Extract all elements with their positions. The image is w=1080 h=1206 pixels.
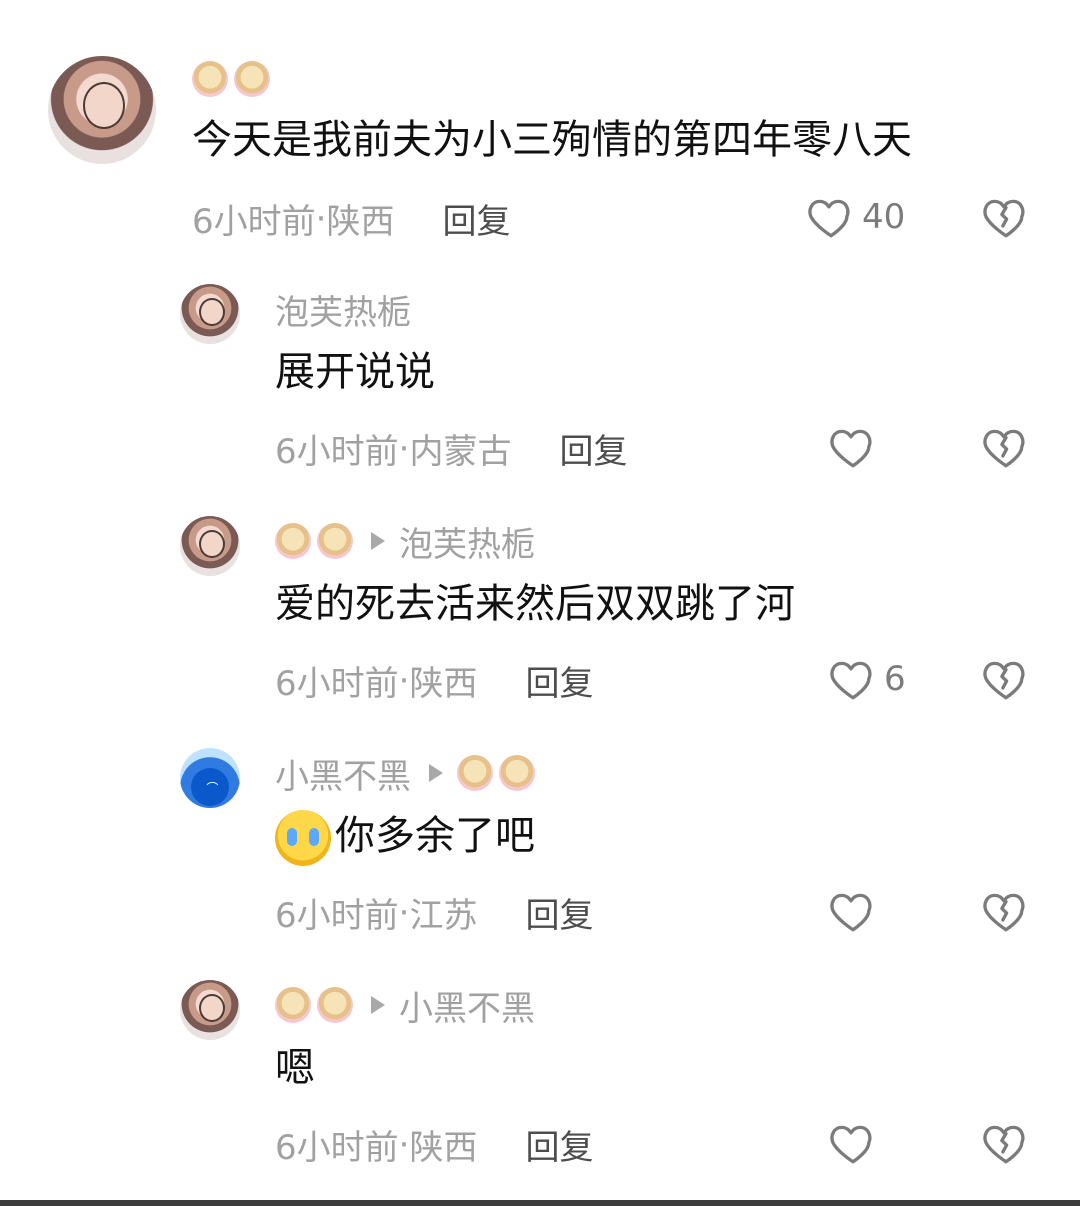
comment-location: 陕西 — [409, 664, 478, 704]
emoji-username — [275, 523, 353, 559]
woman-tipping-hand-emoji — [457, 755, 493, 791]
username[interactable]: 小黑不黑 — [275, 749, 411, 798]
comment-location: 陕西 — [326, 202, 395, 242]
username[interactable]: 泡芙热栀 — [275, 285, 411, 334]
comment-time: 6小时前 — [275, 664, 399, 704]
username-row[interactable]: 泡芙热栀 — [275, 517, 535, 566]
broken-heart-outline-icon — [983, 429, 1025, 468]
bottom-divider — [0, 1200, 1080, 1206]
comment-location: 内蒙古 — [409, 432, 512, 472]
username-row[interactable]: 泡芙热栀 — [275, 285, 411, 334]
comment-location: 陕西 — [409, 1128, 478, 1168]
heart-outline-icon — [828, 1118, 878, 1168]
dislike-button[interactable] — [981, 192, 1031, 242]
reply-button[interactable]: 回复 — [525, 656, 593, 705]
triangle-right-icon — [371, 532, 385, 550]
reply-to-emoji-username[interactable] — [457, 755, 535, 791]
woman-tipping-hand-emoji — [275, 987, 311, 1023]
avatar[interactable] — [180, 284, 240, 344]
like-button[interactable]: 6 — [828, 654, 906, 704]
comment-location: 江苏 — [409, 896, 478, 936]
loudly-crying-face-emoji — [275, 810, 331, 866]
avatar[interactable] — [180, 516, 240, 576]
comment-text-content: 你多余了吧 — [335, 813, 535, 859]
triangle-right-icon — [371, 996, 385, 1014]
heart-outline-icon — [806, 192, 856, 242]
reply-button[interactable]: 回复 — [525, 888, 593, 937]
avatar[interactable] — [180, 980, 240, 1040]
woman-tipping-hand-emoji — [275, 523, 311, 559]
woman-tipping-hand-emoji — [234, 61, 270, 97]
like-count: 40 — [862, 197, 906, 237]
reply-to-username[interactable]: 泡芙热栀 — [399, 517, 535, 566]
comment-text: 今天是我前夫为小三殉情的第四年零八天 — [192, 117, 912, 163]
comment-text: 嗯 — [275, 1045, 315, 1091]
like-count: 6 — [884, 659, 906, 699]
woman-tipping-hand-emoji — [317, 523, 353, 559]
username-row[interactable]: 小黑不黑 — [275, 981, 535, 1030]
comment-text: 展开说说 — [275, 349, 435, 395]
comment-meta: 6小时前 · 陕西 回复 — [192, 194, 510, 243]
broken-heart-outline-icon — [983, 661, 1025, 700]
woman-tipping-hand-emoji — [499, 755, 535, 791]
comment-time: 6小时前 — [275, 1128, 399, 1168]
woman-tipping-hand-emoji — [317, 987, 353, 1023]
avatar[interactable] — [48, 56, 156, 164]
comment-time: 6小时前 — [275, 432, 399, 472]
comment-text: 爱的死去活来然后双双跳了河 — [275, 581, 795, 627]
comment-meta: 6小时前 · 内蒙古 回复 — [275, 424, 627, 473]
dislike-button[interactable] — [981, 886, 1031, 936]
comment-text: 你多余了吧 — [275, 810, 535, 866]
dislike-button[interactable] — [981, 422, 1031, 472]
triangle-right-icon — [429, 764, 443, 782]
dislike-button[interactable] — [981, 654, 1031, 704]
comment-meta: 6小时前 · 陕西 回复 — [275, 656, 593, 705]
comment-time: 6小时前 — [275, 896, 399, 936]
bird-icon: ︵ — [206, 773, 219, 788]
heart-outline-icon — [828, 422, 878, 472]
emoji-username — [275, 987, 353, 1023]
broken-heart-outline-icon — [983, 893, 1025, 932]
username-emoji-row[interactable] — [192, 56, 270, 102]
like-button[interactable] — [828, 1118, 884, 1168]
heart-outline-icon — [828, 886, 878, 936]
comment-meta: 6小时前 · 陕西 回复 — [275, 1120, 593, 1169]
reply-button[interactable]: 回复 — [559, 424, 627, 473]
meta-separator: · — [398, 428, 410, 469]
meta-separator: · — [398, 892, 410, 933]
avatar-face — [199, 298, 225, 327]
comment-meta: 6小时前 · 江苏 回复 — [275, 888, 593, 937]
emoji-username — [192, 61, 270, 97]
reply-to-username[interactable]: 小黑不黑 — [399, 981, 535, 1030]
meta-separator: · — [315, 198, 327, 239]
username-row[interactable]: 小黑不黑 — [275, 749, 535, 798]
heart-outline-icon — [828, 654, 878, 704]
like-button[interactable]: 40 — [806, 192, 905, 242]
avatar[interactable]: ︵ — [180, 748, 240, 808]
broken-heart-outline-icon — [983, 199, 1025, 238]
like-button[interactable] — [828, 886, 884, 936]
reply-button[interactable]: 回复 — [525, 1120, 593, 1169]
avatar-face — [82, 81, 126, 130]
dislike-button[interactable] — [981, 1118, 1031, 1168]
meta-separator: · — [398, 1124, 410, 1165]
avatar-face — [199, 994, 225, 1023]
broken-heart-outline-icon — [983, 1125, 1025, 1164]
woman-tipping-hand-emoji — [192, 61, 228, 97]
meta-separator: · — [398, 660, 410, 701]
like-button[interactable] — [828, 422, 884, 472]
comment-time: 6小时前 — [192, 202, 316, 242]
avatar-face — [199, 530, 225, 559]
reply-button[interactable]: 回复 — [442, 194, 510, 243]
